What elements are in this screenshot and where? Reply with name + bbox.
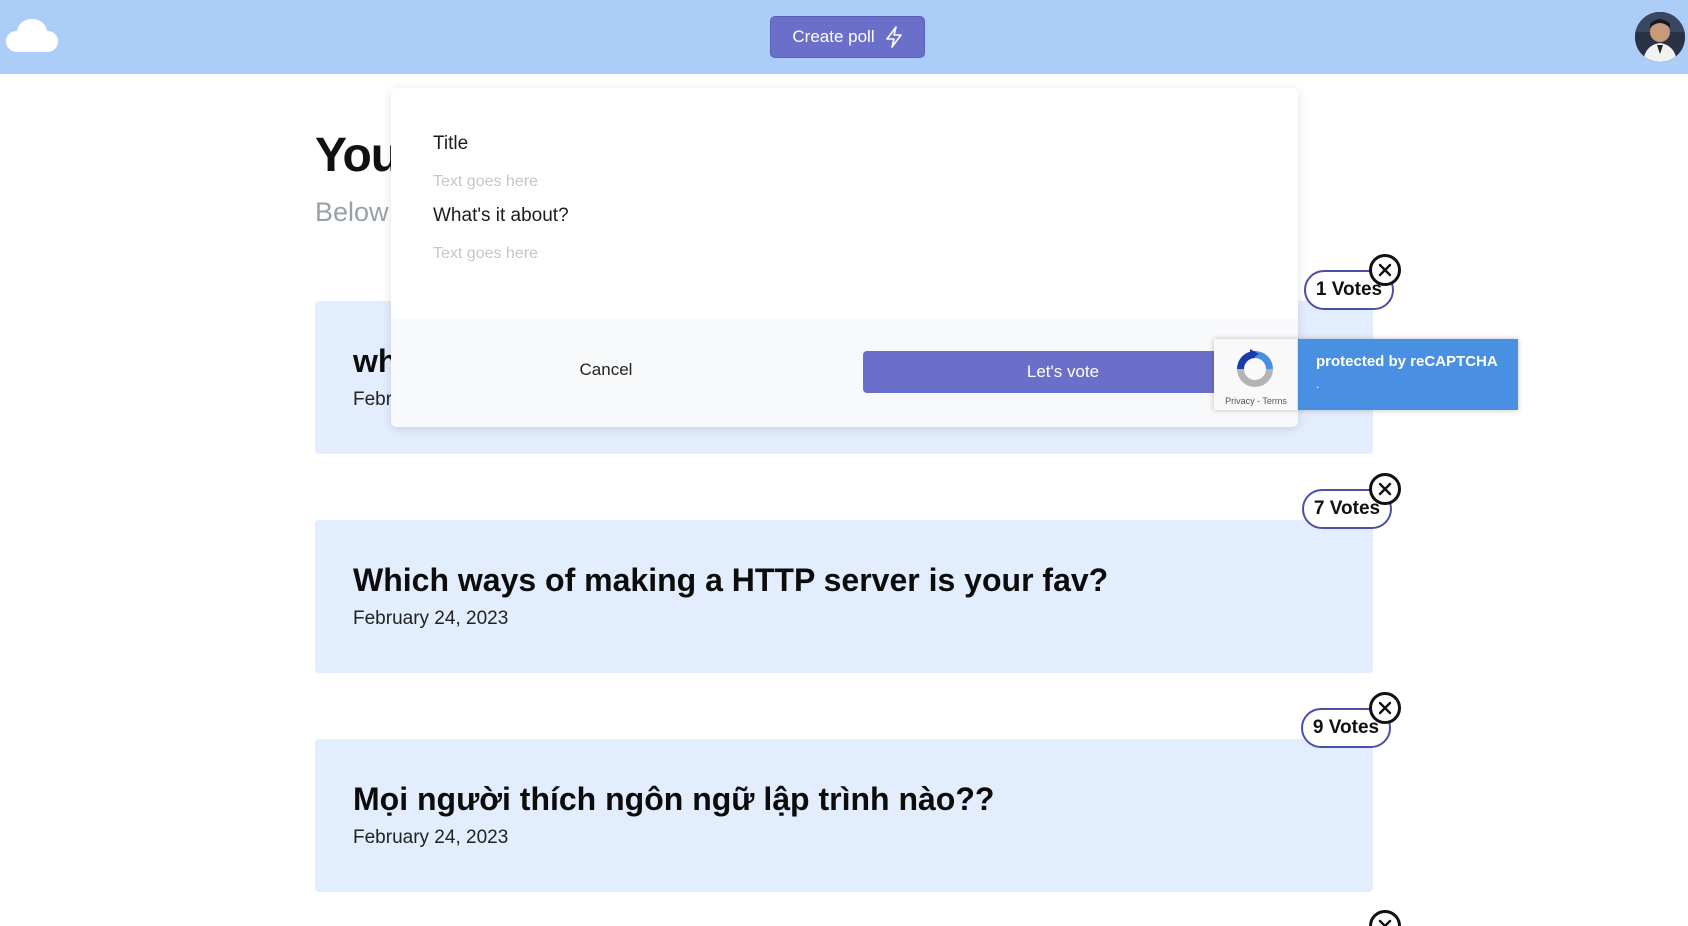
- cancel-button[interactable]: Cancel: [541, 350, 671, 390]
- close-circle-icon[interactable]: [1369, 692, 1401, 724]
- poll-card[interactable]: Which ways of making a HTTP server is yo…: [315, 520, 1373, 673]
- close-circle-icon[interactable]: [1369, 254, 1401, 286]
- recaptcha-links[interactable]: Privacy - Terms: [1214, 396, 1298, 406]
- close-circle-icon[interactable]: [1369, 910, 1401, 926]
- recaptcha-logo-icon: [1237, 349, 1273, 387]
- poll-title: Which ways of making a HTTP server is yo…: [353, 562, 1109, 598]
- modal-footer: Cancel Let's vote: [391, 318, 1298, 427]
- poll-date: Febr: [353, 389, 393, 410]
- lightning-icon: [885, 26, 902, 48]
- create-poll-label: Create poll: [792, 27, 875, 46]
- page-title: You: [315, 129, 400, 182]
- poll-title: Mọi người thích ngôn ngữ lập trình nào??: [353, 781, 995, 817]
- recaptcha-text: protected by reCAPTCHA: [1316, 353, 1498, 370]
- user-avatar[interactable]: [1635, 12, 1685, 62]
- title-label: Title: [433, 133, 469, 154]
- about-label: What's it about?: [433, 205, 569, 226]
- poll-date: February 24, 2023: [353, 608, 509, 629]
- recaptcha-text-box: protected by reCAPTCHA .: [1298, 339, 1518, 410]
- title-input[interactable]: [433, 169, 1033, 195]
- create-poll-modal: Title What's it about? Cancel Let's vote: [391, 88, 1298, 427]
- recaptcha-badge[interactable]: Privacy - Terms protected by reCAPTCHA .: [1214, 339, 1518, 410]
- close-circle-icon[interactable]: [1369, 473, 1401, 505]
- poll-date: February 24, 2023: [353, 827, 509, 848]
- recaptcha-dot: .: [1316, 377, 1320, 391]
- page: Create poll You Below wh Febr 1 Votes Wh: [0, 0, 1688, 926]
- top-bar: Create poll: [0, 0, 1688, 74]
- lets-vote-button[interactable]: Let's vote: [863, 351, 1263, 393]
- cloud-icon[interactable]: [6, 18, 58, 54]
- modal-body: Title What's it about?: [391, 88, 1298, 318]
- poll-card[interactable]: Mọi người thích ngôn ngữ lập trình nào??…: [315, 739, 1373, 892]
- page-subtitle: Below: [315, 197, 389, 227]
- recaptcha-logo-box: Privacy - Terms: [1214, 339, 1298, 410]
- about-input[interactable]: [433, 241, 1033, 267]
- create-poll-button[interactable]: Create poll: [770, 16, 925, 58]
